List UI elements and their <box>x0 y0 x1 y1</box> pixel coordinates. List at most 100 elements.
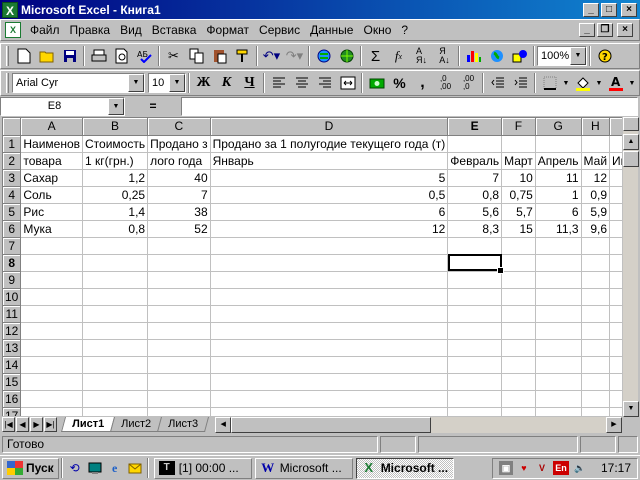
cell[interactable]: 8,3 <box>447 220 503 238</box>
vertical-scroll-thumb[interactable] <box>623 151 639 167</box>
scroll-up-button[interactable]: ▲ <box>623 134 639 150</box>
cell[interactable] <box>20 254 84 272</box>
cell[interactable]: 10 <box>501 169 536 187</box>
cell[interactable] <box>581 271 611 289</box>
align-center-icon[interactable] <box>290 72 313 94</box>
column-header[interactable]: G <box>535 118 582 136</box>
font-size-select[interactable]: 10 ▼ <box>148 73 186 93</box>
cell[interactable]: Мука <box>20 220 84 238</box>
cell[interactable] <box>501 373 536 391</box>
office-assistant-icon[interactable]: ? <box>593 45 616 67</box>
name-box[interactable]: E8 ▼ <box>0 96 125 116</box>
volume-icon[interactable]: 🔈 <box>573 461 587 475</box>
doc-restore-button[interactable]: ❐ <box>597 23 613 37</box>
cell[interactable] <box>447 373 503 391</box>
cell[interactable] <box>210 339 449 357</box>
cell[interactable]: лого года <box>147 152 211 170</box>
font-select[interactable]: Arial Cyr ▼ <box>12 73 145 93</box>
cell[interactable] <box>535 356 582 374</box>
cell[interactable] <box>581 373 611 391</box>
last-sheet-button[interactable]: ▶| <box>44 417 57 432</box>
cell[interactable]: 12 <box>210 220 449 238</box>
cell[interactable] <box>82 288 149 306</box>
row-header[interactable]: 1 <box>3 135 22 153</box>
cell[interactable]: 11,3 <box>535 220 582 238</box>
save-icon[interactable] <box>58 45 81 67</box>
cell[interactable]: 0,25 <box>82 186 149 204</box>
cell[interactable] <box>20 305 84 323</box>
column-header[interactable]: A <box>20 118 84 136</box>
chevron-down-icon[interactable]: ▼ <box>570 47 586 65</box>
row-header[interactable]: 3 <box>3 169 22 187</box>
chevron-down-icon[interactable]: ▼ <box>594 72 604 94</box>
menu-help[interactable]: ? <box>396 23 413 37</box>
cell[interactable]: 5,9 <box>581 203 611 221</box>
cell[interactable]: 5,7 <box>501 203 536 221</box>
cell[interactable] <box>82 305 149 323</box>
chevron-down-icon[interactable]: ▼ <box>561 72 571 94</box>
currency-icon[interactable] <box>365 72 388 94</box>
select-all-button[interactable] <box>3 118 22 136</box>
cell[interactable]: 9,6 <box>581 220 611 238</box>
row-header[interactable]: 8 <box>3 254 22 272</box>
cell[interactable] <box>535 271 582 289</box>
minimize-button[interactable]: _ <box>583 2 599 17</box>
cell[interactable] <box>147 305 211 323</box>
cell[interactable] <box>447 271 503 289</box>
cell[interactable] <box>147 373 211 391</box>
cell[interactable] <box>501 356 536 374</box>
cell[interactable] <box>147 390 211 408</box>
web-toolbar-icon[interactable] <box>335 45 358 67</box>
redo-icon[interactable]: ↷▾ <box>283 45 306 67</box>
merge-center-icon[interactable] <box>336 72 359 94</box>
cell[interactable] <box>535 339 582 357</box>
row-header[interactable]: 11 <box>3 305 22 323</box>
cell[interactable] <box>147 254 211 272</box>
cell[interactable] <box>20 373 84 391</box>
cell[interactable]: Рис <box>20 203 84 221</box>
cell[interactable]: Апрель <box>535 152 582 170</box>
cell[interactable]: 38 <box>147 203 211 221</box>
column-header[interactable]: F <box>501 118 536 136</box>
row-header[interactable]: 2 <box>3 152 22 170</box>
row-header[interactable]: 14 <box>3 356 22 374</box>
menu-insert[interactable]: Вставка <box>147 23 202 37</box>
cell[interactable]: 0,9 <box>581 186 611 204</box>
cell[interactable] <box>501 322 536 340</box>
row-header[interactable]: 5 <box>3 203 22 221</box>
start-button[interactable]: Пуск <box>2 457 59 479</box>
column-header[interactable]: D <box>210 118 449 136</box>
cell[interactable] <box>147 237 211 255</box>
quicklaunch-nav-icon[interactable]: ⟲ <box>65 458 85 478</box>
paste-icon[interactable] <box>208 45 231 67</box>
maximize-button[interactable]: □ <box>601 2 617 17</box>
quicklaunch-desktop-icon[interactable] <box>85 458 105 478</box>
cell[interactable] <box>581 237 611 255</box>
cell[interactable] <box>147 271 211 289</box>
quicklaunch-outlook-icon[interactable] <box>125 458 145 478</box>
cell[interactable]: 52 <box>147 220 211 238</box>
doc-close-button[interactable]: × <box>617 23 633 37</box>
cell[interactable] <box>20 288 84 306</box>
cell[interactable]: Сахар <box>20 169 84 187</box>
cell[interactable]: 6 <box>210 203 449 221</box>
cut-icon[interactable]: ✂ <box>162 45 185 67</box>
menu-window[interactable]: Окно <box>358 23 396 37</box>
toolbar-grip[interactable] <box>6 46 9 66</box>
cell[interactable] <box>501 271 536 289</box>
cell[interactable] <box>20 339 84 357</box>
active-cell[interactable] <box>447 254 504 273</box>
cell[interactable] <box>447 288 503 306</box>
cell[interactable] <box>147 339 211 357</box>
cell[interactable] <box>82 271 149 289</box>
cell[interactable] <box>535 322 582 340</box>
split-box[interactable] <box>623 117 639 131</box>
menu-data[interactable]: Данные <box>305 23 358 37</box>
cell[interactable] <box>501 339 536 357</box>
row-header[interactable]: 6 <box>3 220 22 238</box>
row-header[interactable]: 12 <box>3 322 22 340</box>
taskbar-task-2[interactable]: W Microsoft ... <box>254 457 353 479</box>
cell[interactable] <box>447 322 503 340</box>
cell[interactable] <box>535 254 582 272</box>
cell[interactable] <box>581 356 611 374</box>
